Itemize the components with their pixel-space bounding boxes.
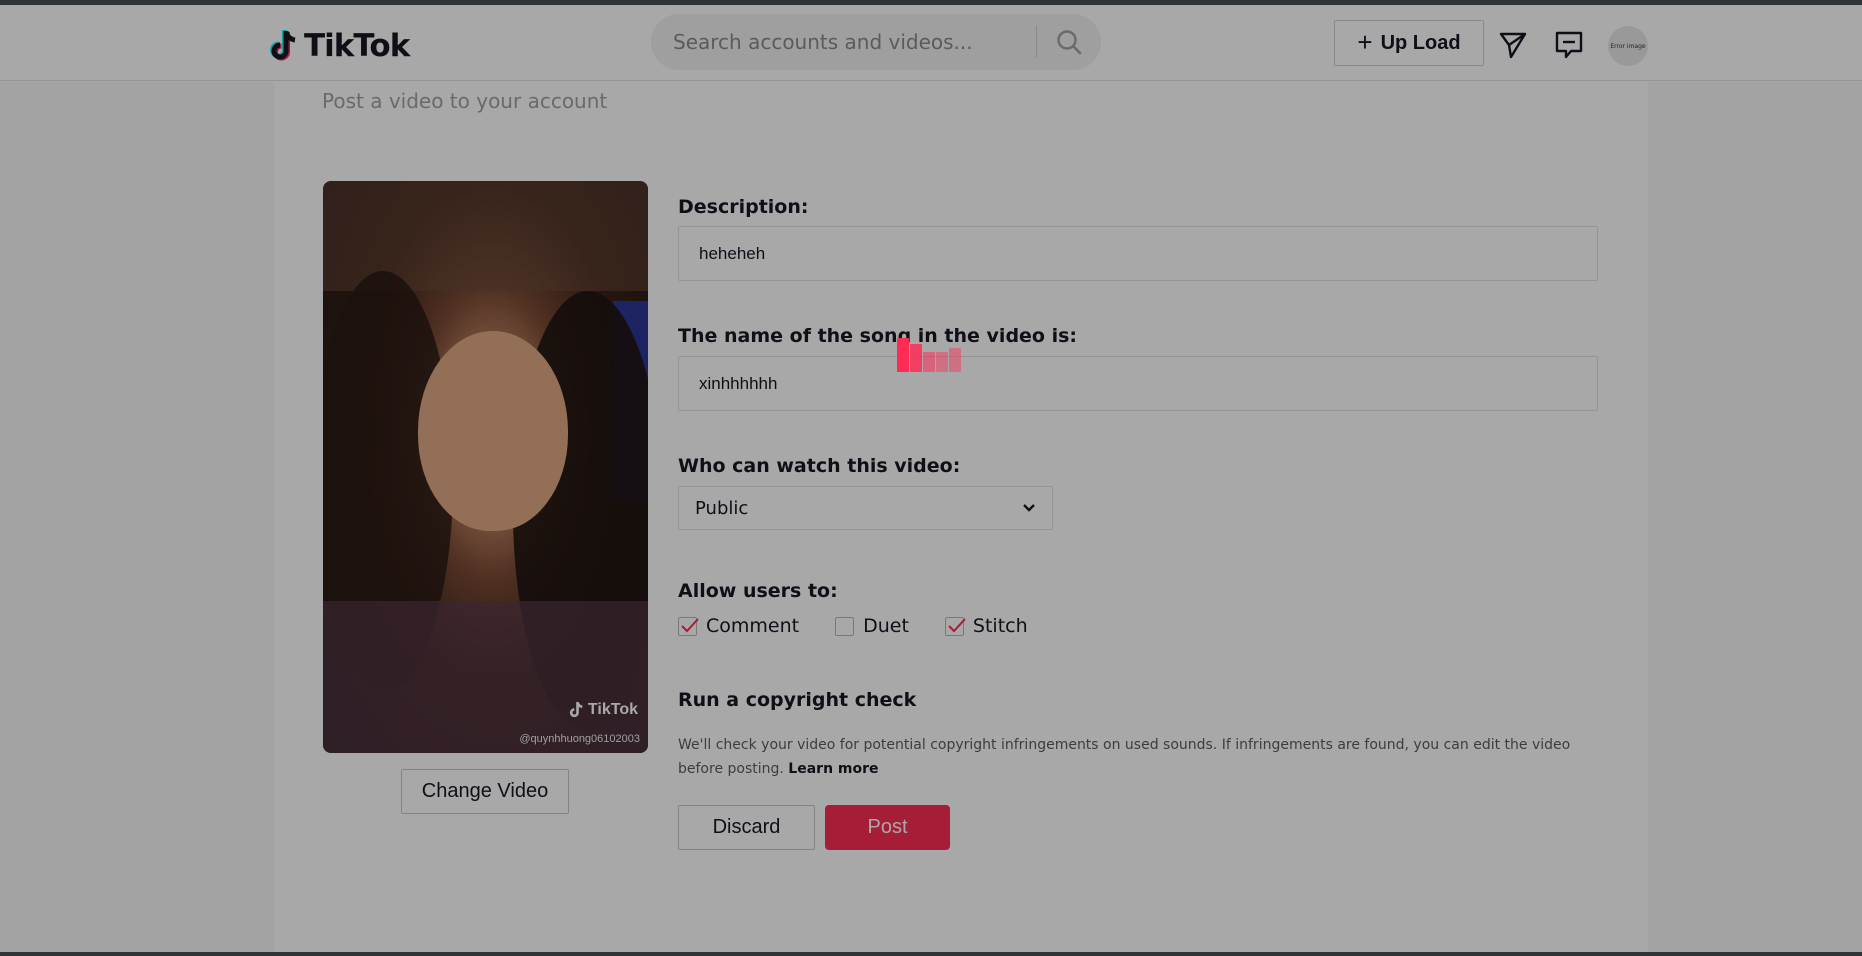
spinner-bar	[897, 338, 909, 372]
spinner-bar	[949, 348, 961, 372]
loading-overlay	[0, 5, 1862, 956]
spinner-bar	[923, 352, 935, 372]
loading-spinner-icon	[897, 330, 967, 374]
window-bottom-edge	[0, 952, 1862, 956]
spinner-bar	[910, 344, 922, 372]
spinner-bar	[936, 352, 948, 372]
